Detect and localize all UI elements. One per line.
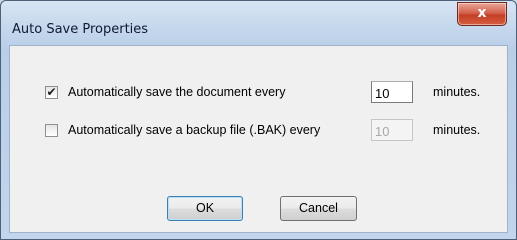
autosave-document-label[interactable]: Automatically save the document every [68, 85, 285, 99]
dialog-body: ✔ Automatically save the document every … [9, 45, 508, 233]
autosave-document-checkbox[interactable]: ✔ [45, 85, 58, 99]
title-bar[interactable]: Auto Save Properties x [1, 1, 516, 45]
close-button[interactable]: x [457, 2, 507, 26]
window-title: Auto Save Properties [12, 22, 149, 37]
cancel-button[interactable]: Cancel [280, 196, 357, 221]
checkmark-icon: ✔ [46, 85, 57, 99]
autosave-backup-checkbox[interactable] [45, 124, 58, 137]
dialog-window: Auto Save Properties x ✔ Automatically s… [0, 0, 517, 240]
autosave-backup-label[interactable]: Automatically save a backup file (.BAK) … [68, 123, 320, 137]
autosave-document-row: ✔ Automatically save the document every … [10, 81, 507, 103]
autosave-backup-unit-label: minutes. [433, 123, 481, 137]
ok-button[interactable]: OK [167, 196, 243, 221]
autosave-document-minutes-input[interactable] [371, 81, 413, 103]
autosave-backup-row: Automatically save a backup file (.BAK) … [10, 119, 507, 141]
close-icon: x [477, 5, 487, 21]
autosave-document-unit-label: minutes. [433, 85, 481, 99]
autosave-backup-minutes-input [371, 119, 413, 141]
